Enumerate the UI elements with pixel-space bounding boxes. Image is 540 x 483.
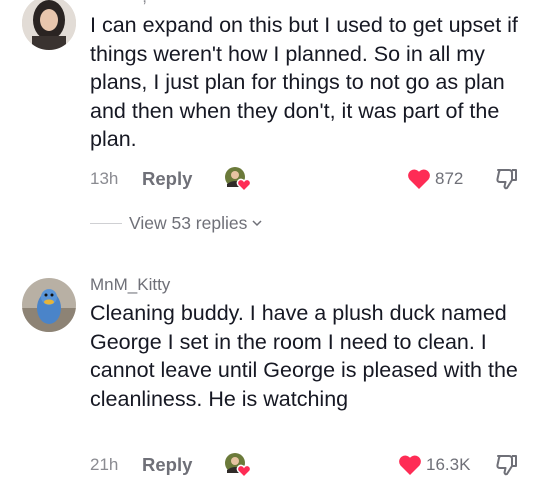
view-replies-label: View 53 replies [129, 212, 248, 233]
avatar-image [22, 278, 76, 332]
comment-timestamp: 21h [90, 455, 119, 474]
comment-item: MnM_Kitty Cleaning buddy. I have a plush… [0, 268, 540, 479]
like-count: 872 [435, 169, 464, 188]
view-replies-button[interactable]: View 53 replies [90, 211, 263, 235]
comment-item: ▔▔▔▔, I can expand on this but I used to… [0, 0, 540, 233]
comment-username[interactable]: MnM_Kitty [90, 275, 170, 295]
reply-button[interactable]: Reply [142, 168, 224, 190]
comment-text: Cleaning buddy. I have a plush duck name… [90, 301, 518, 411]
reply-button[interactable]: Reply [142, 454, 224, 476]
divider [90, 222, 122, 224]
comment-username-cropped: ▔▔▔▔, [90, 0, 147, 6]
comment-text: I can expand on this but I used to get u… [90, 13, 518, 151]
creator-liked-badge-icon [224, 166, 252, 193]
avatar[interactable] [22, 0, 76, 50]
avatar[interactable] [22, 278, 76, 332]
like-control[interactable]: 16.3K [398, 452, 470, 478]
heart-icon[interactable] [407, 168, 431, 190]
chevron-down-icon [252, 220, 262, 227]
like-control[interactable]: 872 [407, 166, 463, 192]
thumbs-down-icon[interactable] [494, 452, 520, 478]
heart-icon[interactable] [398, 454, 422, 476]
avatar-image [22, 0, 76, 50]
comment-actions: 13h Reply [90, 166, 530, 193]
comment-timestamp: 13h [90, 169, 119, 188]
thumbs-down-icon[interactable] [494, 166, 520, 192]
creator-liked-badge-icon [224, 452, 252, 479]
like-count: 16.3K [426, 455, 471, 474]
